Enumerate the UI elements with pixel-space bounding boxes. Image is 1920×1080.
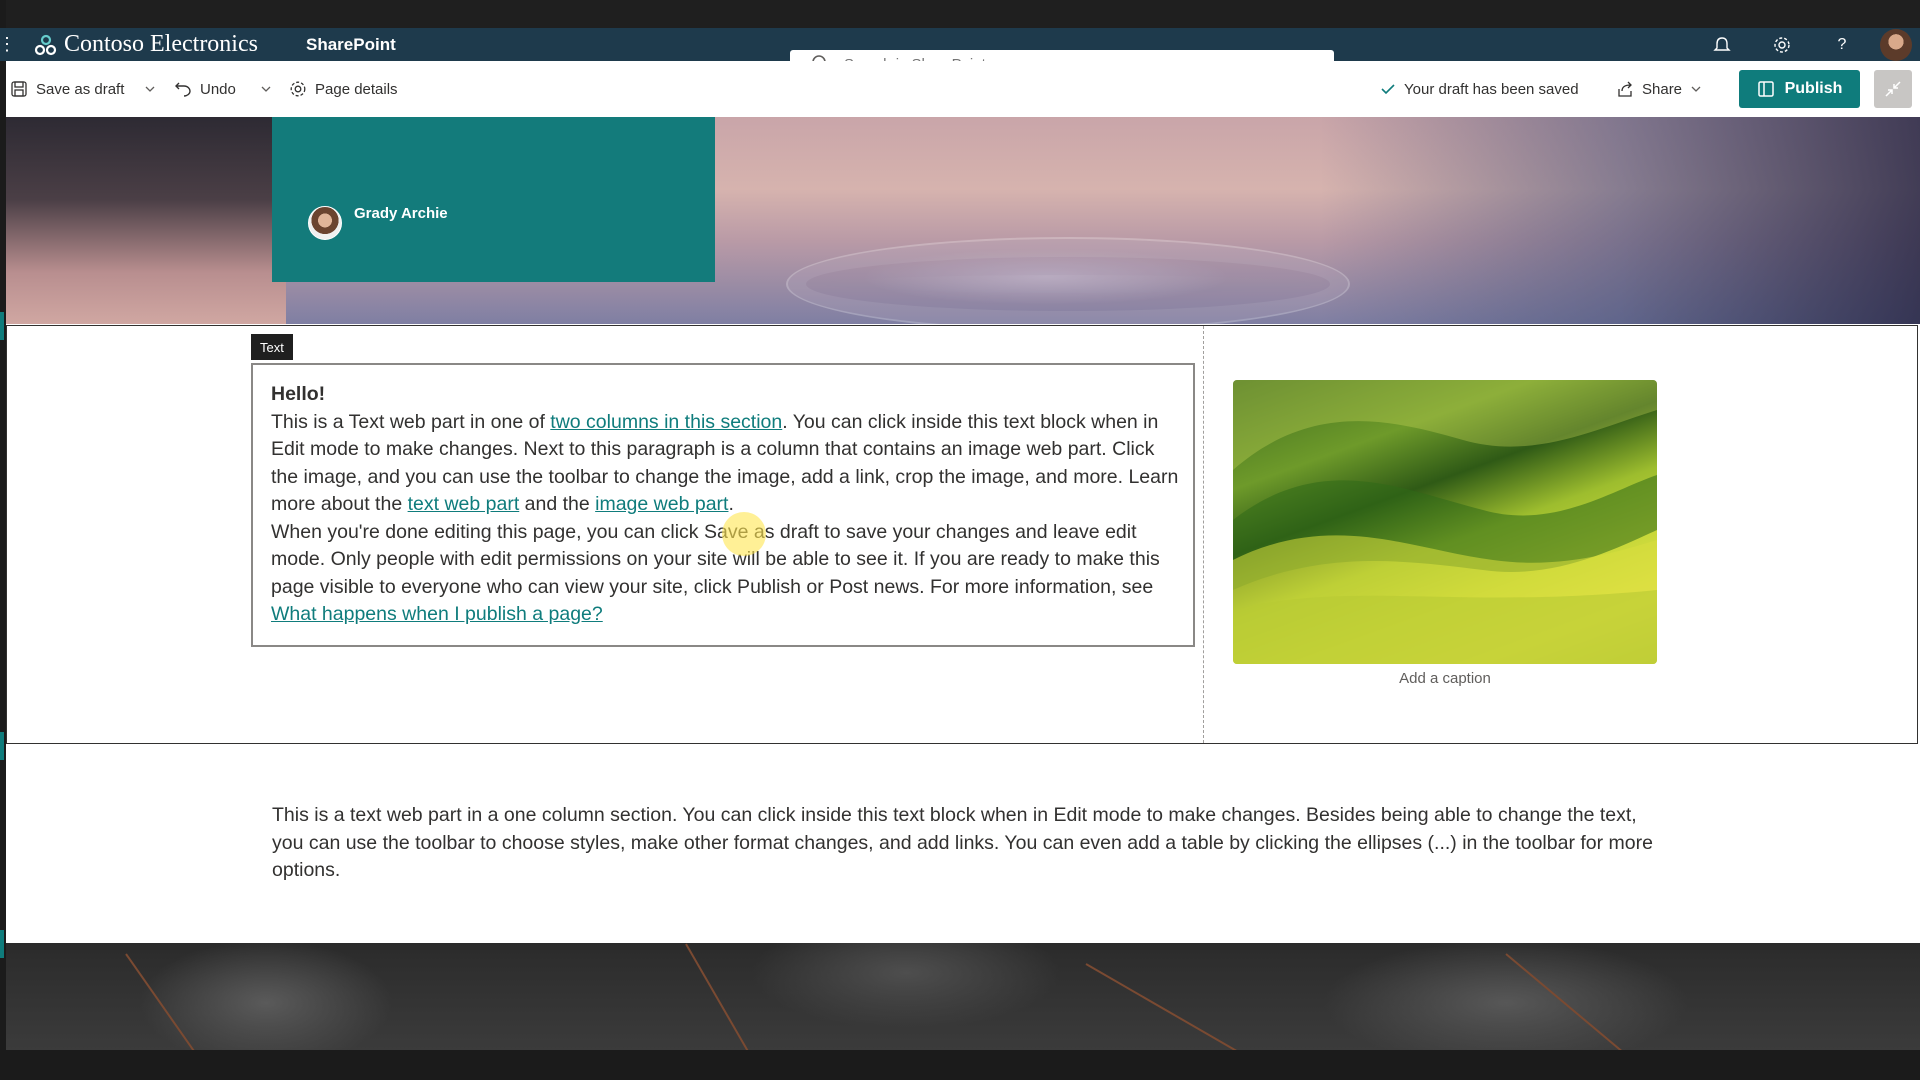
save-options-dropdown[interactable] bbox=[144, 61, 156, 117]
settings-gear-icon[interactable] bbox=[1752, 28, 1812, 61]
publish-label: Publish bbox=[1784, 80, 1843, 97]
leaf-vein bbox=[1505, 953, 1660, 1050]
collapse-icon bbox=[1885, 81, 1901, 97]
save-as-draft-label: Save as draft bbox=[36, 80, 125, 98]
user-avatar bbox=[1880, 28, 1912, 61]
publish-help-link[interactable]: What happens when I publish a page? bbox=[271, 603, 603, 625]
page-title-hero[interactable]: Grady Archie bbox=[6, 117, 1920, 324]
hero-background-right bbox=[1320, 117, 1920, 324]
text-web-part-link[interactable]: text web part bbox=[408, 493, 520, 515]
draft-saved-status: Your draft has been saved bbox=[1380, 61, 1579, 117]
image-web-part-link[interactable]: image web part bbox=[595, 493, 728, 515]
landscape-image bbox=[1233, 380, 1657, 664]
share-label: Share bbox=[1642, 80, 1683, 98]
leaf-vein bbox=[125, 953, 231, 1050]
text-run: When you're done editing this page, you … bbox=[271, 520, 1160, 598]
section-handle[interactable] bbox=[0, 732, 4, 760]
suite-bar: ⋮ Contoso Electronics SharePoint ? bbox=[0, 28, 1920, 78]
leaf-vein bbox=[1085, 963, 1260, 1050]
text-web-part[interactable]: Hello! This is a Text web part in one of… bbox=[251, 363, 1195, 647]
share-button[interactable]: Share bbox=[1616, 61, 1702, 117]
brand-name: Contoso Electronics bbox=[64, 31, 258, 57]
text-heading: Hello! bbox=[271, 383, 326, 405]
section-handle[interactable] bbox=[0, 930, 4, 958]
app-launcher-icon[interactable]: ⋮ bbox=[0, 28, 16, 61]
share-icon bbox=[1618, 81, 1632, 97]
author-name[interactable]: Grady Archie bbox=[354, 205, 448, 222]
chevron-down-icon bbox=[261, 86, 271, 92]
hero-background-left bbox=[6, 117, 286, 324]
text-content[interactable]: Hello! This is a Text web part in one of… bbox=[271, 381, 1181, 629]
collapse-button[interactable] bbox=[1874, 70, 1912, 108]
publish-button[interactable]: Publish bbox=[1739, 70, 1860, 108]
page-details-label: Page details bbox=[315, 80, 398, 98]
save-as-draft-button[interactable]: Save as draft bbox=[10, 61, 124, 117]
one-column-text[interactable]: This is a text web part in a one column … bbox=[272, 802, 1672, 885]
leaf-vein bbox=[685, 943, 767, 1050]
page-details-button[interactable]: Page details bbox=[289, 61, 398, 117]
webpart-type-tag: Text bbox=[251, 334, 293, 360]
command-bar: Save as draft Undo Page details Your dra… bbox=[6, 61, 1920, 118]
window-frame-bottom bbox=[0, 1050, 1920, 1080]
app-name-link[interactable]: SharePoint bbox=[306, 28, 396, 61]
two-columns-link[interactable]: two columns in this section bbox=[550, 411, 782, 433]
title-area[interactable]: Grady Archie bbox=[272, 117, 715, 282]
help-icon[interactable]: ? bbox=[1812, 28, 1872, 61]
chevron-down-icon bbox=[145, 86, 155, 92]
undo-icon bbox=[175, 82, 191, 97]
undo-options-dropdown[interactable] bbox=[260, 61, 272, 117]
undo-label: Undo bbox=[200, 80, 236, 98]
draft-saved-label: Your draft has been saved bbox=[1404, 80, 1579, 98]
notifications-icon[interactable] bbox=[1692, 28, 1752, 61]
paragraph-1: This is a Text web part in one of two co… bbox=[271, 409, 1181, 519]
image-caption[interactable]: Add a caption bbox=[1233, 670, 1657, 687]
text-run: This is a Text web part in one of bbox=[271, 410, 551, 433]
gear-icon bbox=[290, 81, 306, 97]
text-run: . bbox=[728, 493, 734, 515]
undo-button[interactable]: Undo bbox=[174, 61, 236, 117]
paragraph-2: When you're done editing this page, you … bbox=[271, 519, 1181, 629]
brand-link[interactable]: Contoso Electronics bbox=[34, 28, 258, 61]
account-avatar[interactable] bbox=[1872, 28, 1920, 61]
two-column-section[interactable]: Text Hello! This is a Text web part in o… bbox=[6, 325, 1918, 744]
water-ripples bbox=[786, 237, 1350, 324]
save-icon bbox=[11, 81, 27, 97]
contoso-logo-icon bbox=[34, 34, 57, 55]
text-run: and the bbox=[519, 493, 596, 515]
publish-icon bbox=[1757, 81, 1774, 97]
section-handle[interactable] bbox=[0, 312, 4, 340]
image-web-part[interactable] bbox=[1233, 380, 1657, 664]
bottom-image-section bbox=[6, 943, 1920, 1050]
author-avatar bbox=[308, 206, 342, 240]
window-frame-top bbox=[0, 0, 1920, 28]
column-divider bbox=[1203, 326, 1204, 743]
chevron-down-icon bbox=[1691, 86, 1701, 92]
checkmark-icon bbox=[1381, 84, 1395, 95]
